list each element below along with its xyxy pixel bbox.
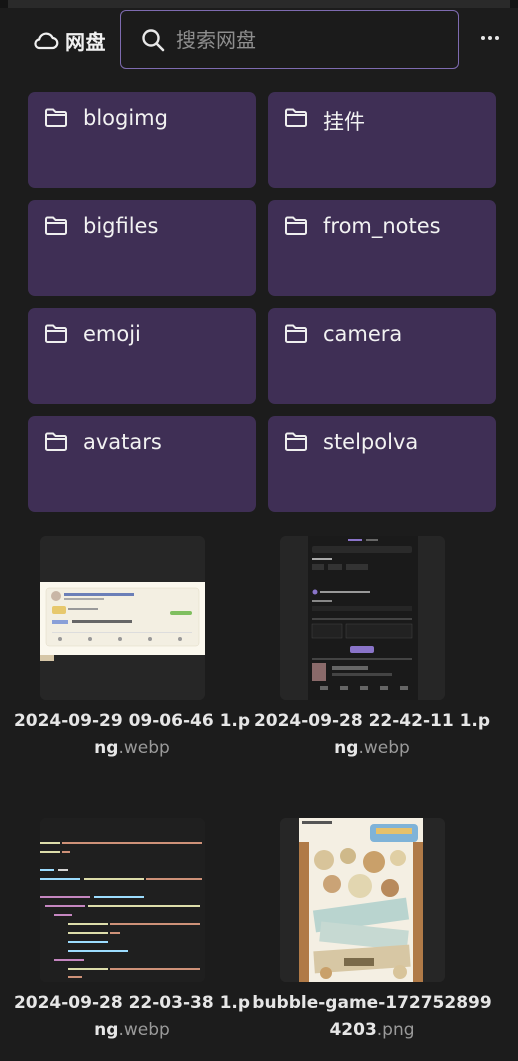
search-icon (142, 29, 165, 52)
file-thumbnail (40, 536, 205, 700)
game-screen-thumbnail (280, 818, 445, 982)
code-editor-thumbnail (40, 818, 205, 982)
folder-icon (45, 324, 67, 343)
brand-label: 网盘 (65, 29, 106, 54)
search-box[interactable] (120, 10, 459, 69)
dot (481, 36, 485, 40)
window-top-strip (0, 0, 518, 8)
dark-settings-thumbnail (280, 536, 445, 700)
folder-icon (285, 108, 307, 127)
folder-icon (285, 432, 307, 451)
file-base-name: bubble-game-1727528994203 (252, 993, 492, 1040)
file-name: bubble-game-1727528994203.png (249, 990, 495, 1044)
folder-card[interactable]: from_notes (268, 200, 496, 296)
file-thumbnail (280, 818, 445, 982)
social-post-thumbnail (40, 536, 205, 700)
file-card[interactable]: 2024-09-28 22-42-11 1.png.webp (249, 536, 495, 771)
folder-card[interactable]: camera (268, 308, 496, 404)
file-card[interactable]: bubble-game-1727528994203.png (249, 818, 495, 1053)
folder-card[interactable]: stelpolva (268, 416, 496, 512)
folder-name: avatars (83, 430, 162, 454)
file-extension: .webp (118, 1020, 170, 1040)
dot (495, 36, 499, 40)
folder-name: 挂件 (323, 110, 365, 134)
folder-name: camera (323, 322, 403, 346)
folder-name: stelpolva (323, 430, 419, 454)
header: 网盘 (8, 8, 510, 72)
file-card[interactable]: 2024-09-28 22-03-38 1.png.webp (9, 818, 255, 1053)
brand[interactable]: 网盘 (32, 26, 106, 54)
top-strip-bar (8, 0, 510, 8)
folder-name: from_notes (323, 214, 441, 238)
folder-name: bigfiles (83, 214, 159, 238)
folder-icon (285, 324, 307, 343)
folder-icon (45, 216, 67, 235)
file-extension: .png (376, 1020, 415, 1040)
folder-card[interactable]: 挂件 (268, 92, 496, 188)
search-input[interactable] (176, 21, 446, 59)
folder-icon (45, 108, 67, 127)
folder-icon (45, 432, 67, 451)
folder-card[interactable]: blogimg (28, 92, 256, 188)
folder-name: emoji (83, 322, 141, 346)
folder-icon (285, 216, 307, 235)
folder-name: blogimg (83, 106, 168, 130)
folder-card[interactable]: bigfiles (28, 200, 256, 296)
file-name: 2024-09-29 09-06-46 1.png.webp (9, 708, 255, 762)
file-name: 2024-09-28 22-03-38 1.png.webp (9, 990, 255, 1044)
cloud-icon (34, 32, 59, 50)
file-name: 2024-09-28 22-42-11 1.png.webp (249, 708, 495, 762)
folder-card[interactable]: emoji (28, 308, 256, 404)
more-menu-icon[interactable] (476, 26, 504, 50)
file-card[interactable]: 2024-09-29 09-06-46 1.png.webp (9, 536, 255, 771)
drive-panel: 网盘 blogimg 挂件 bigfiles (8, 8, 510, 1061)
file-thumbnail (280, 536, 445, 700)
file-extension: .webp (118, 738, 170, 758)
folder-card[interactable]: avatars (28, 416, 256, 512)
file-extension: .webp (358, 738, 410, 758)
file-thumbnail (40, 818, 205, 982)
dot (488, 36, 492, 40)
